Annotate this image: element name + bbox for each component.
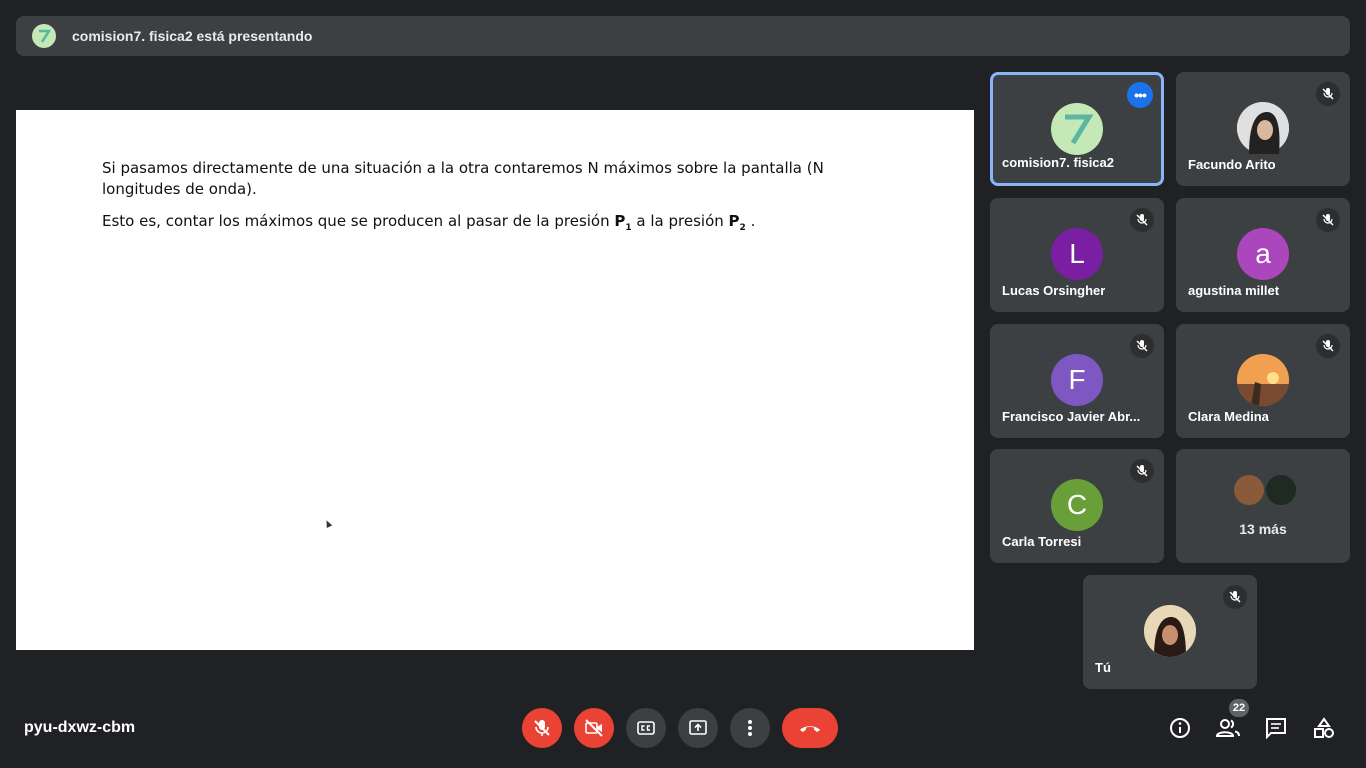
mic-off-icon [1130,208,1154,232]
presentation-screen: Si pasamos directamente de una situación… [16,110,974,650]
activities-button[interactable] [1308,712,1340,744]
presenting-text: comision7. fisica2 está presentando [72,28,313,44]
camera-toggle-button[interactable] [574,708,614,748]
presenting-banner: comision7. fisica2 está presentando [16,16,1350,56]
slide-paragraph-2-prefix: Esto es, contar los máximos que se produ… [102,212,615,230]
participant-count-badge: 22 [1229,699,1249,717]
microphone-toggle-button[interactable] [522,708,562,748]
participant-tile-agustina[interactable]: a agustina millet [1176,198,1350,312]
person-photo-icon [1144,605,1196,657]
chat-button[interactable] [1260,712,1292,744]
avatar-stack [1232,473,1302,509]
mic-off-icon [1130,334,1154,358]
more-options-button[interactable]: ••• [1127,82,1153,108]
mouse-cursor-icon [323,519,333,528]
present-screen-button[interactable] [678,708,718,748]
participant-name: comision7. fisica2 [1002,155,1114,170]
more-participants-tile[interactable]: 13 más [1176,449,1350,563]
participant-tile-self[interactable]: Tú [1083,575,1257,689]
hang-up-icon [800,726,820,732]
avatar [1232,473,1266,507]
avatar [1144,605,1196,657]
participant-name: Francisco Javier Abr... [1002,409,1141,424]
participant-tile-carla[interactable]: C Carla Torresi [990,449,1164,563]
presenter-avatar [32,24,56,48]
participant-name: Tú [1095,660,1111,675]
captions-button[interactable] [626,708,666,748]
more-participants-label: 13 más [1239,521,1287,537]
avatar: L [1051,228,1103,280]
avatar [1264,473,1298,507]
mic-off-icon [1130,459,1154,483]
avatar: a [1237,228,1289,280]
avatar [1051,103,1103,155]
people-icon [1216,719,1240,737]
activities-shapes-icon [1314,717,1334,738]
camera-off-icon [585,719,603,737]
bottom-control-bar: pyu-dxwz-cbm 22 [0,688,1366,768]
leave-call-button[interactable] [782,708,838,748]
pressure-p2: P2 [728,212,746,233]
avatar: C [1051,479,1103,531]
participant-name: Lucas Orsingher [1002,283,1106,298]
pressure-p1: P1 [614,212,632,233]
closed-captions-icon [637,721,655,735]
participant-name: agustina millet [1188,283,1280,298]
avatar [1237,102,1289,154]
mic-off-icon [1316,82,1340,106]
person-photo-icon [1237,102,1289,154]
avatar: F [1051,354,1103,406]
slide-paragraph-2-suffix: . [745,212,756,230]
mic-off-icon [534,720,550,736]
mic-off-icon [1316,208,1340,232]
participant-tile-lucas[interactable]: L Lucas Orsingher [990,198,1164,312]
participant-tile-clara[interactable]: Clara Medina [1176,324,1350,438]
avatar [1237,354,1289,406]
seven-logo-icon [1065,114,1094,145]
meeting-details-button[interactable] [1164,712,1196,744]
participant-name: Facundo Arito [1188,157,1276,172]
mic-off-icon [1316,334,1340,358]
info-icon [1170,718,1190,738]
meeting-code: pyu-dxwz-cbm [24,719,136,736]
participant-name: Carla Torresi [1002,534,1082,549]
slide-paragraph-2: Esto es, contar los máximos que se produ… [102,211,892,239]
mic-off-icon [1223,585,1247,609]
sunset-photo-icon [1237,354,1289,406]
seven-logo-icon [39,29,52,43]
more-options-button[interactable] [730,708,770,748]
participant-tile-facundo[interactable]: Facundo Arito [1176,72,1350,186]
slide-paragraph-2-middle: a la presión [631,212,729,230]
participant-tile-comision7[interactable]: ••• comision7. fisica2 [990,72,1164,186]
participant-tile-francisco[interactable]: F Francisco Javier Abr... [990,324,1164,438]
present-screen-icon [689,720,707,735]
participant-name: Clara Medina [1188,409,1269,424]
slide-paragraph-1: Si pasamos directamente de una situación… [102,159,824,198]
more-vert-icon [748,720,752,736]
chat-icon [1266,718,1286,739]
